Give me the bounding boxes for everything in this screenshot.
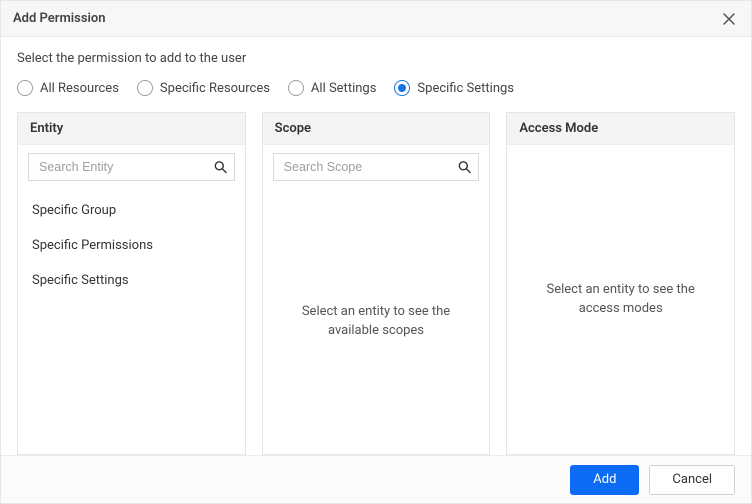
entity-panel: Entity Specific Group Specific Permissio… [17, 112, 246, 455]
scope-panel: Scope Select an entity to see the availa… [262, 112, 491, 455]
radio-all-resources[interactable]: All Resources [17, 80, 119, 96]
scope-panel-title: Scope [263, 113, 490, 145]
add-permission-dialog: Add Permission Select the permission to … [0, 0, 752, 504]
access-mode-empty-message: Select an entity to see the access modes [507, 145, 734, 454]
radio-label: All Resources [40, 81, 119, 96]
dialog-footer: Add Cancel [1, 455, 751, 503]
access-mode-panel: Access Mode Select an entity to see the … [506, 112, 735, 455]
scope-empty-message: Select an entity to see the available sc… [263, 189, 490, 454]
scope-search-input[interactable] [273, 153, 480, 181]
radio-label: All Settings [311, 81, 377, 96]
radio-specific-resources[interactable]: Specific Resources [137, 80, 270, 96]
radio-circle-icon [17, 80, 33, 96]
entity-search-wrap [18, 145, 245, 189]
entity-panel-title: Entity [18, 113, 245, 145]
radio-label: Specific Resources [160, 81, 270, 96]
entity-item-specific-group[interactable]: Specific Group [18, 193, 245, 228]
scope-search-box [273, 153, 480, 181]
permission-type-radios: All Resources Specific Resources All Set… [17, 80, 735, 96]
entity-list: Specific Group Specific Permissions Spec… [18, 189, 245, 302]
cancel-button[interactable]: Cancel [649, 465, 735, 495]
dialog-header: Add Permission [1, 1, 751, 37]
radio-circle-icon [288, 80, 304, 96]
radio-specific-settings[interactable]: Specific Settings [394, 80, 514, 96]
entity-item-specific-permissions[interactable]: Specific Permissions [18, 228, 245, 263]
entity-search-box [28, 153, 235, 181]
radio-label: Specific Settings [417, 81, 514, 96]
close-icon [723, 13, 735, 25]
dialog-body: Select the permission to add to the user… [1, 37, 751, 455]
access-mode-panel-title: Access Mode [507, 113, 734, 145]
panels-row: Entity Specific Group Specific Permissio… [17, 112, 735, 455]
radio-circle-icon [394, 80, 410, 96]
close-button[interactable] [719, 9, 739, 29]
entity-item-specific-settings[interactable]: Specific Settings [18, 263, 245, 298]
instruction-text: Select the permission to add to the user [17, 51, 735, 66]
add-button[interactable]: Add [570, 465, 639, 495]
scope-search-wrap [263, 145, 490, 189]
radio-circle-icon [137, 80, 153, 96]
radio-all-settings[interactable]: All Settings [288, 80, 377, 96]
entity-search-input[interactable] [28, 153, 235, 181]
dialog-title: Add Permission [13, 11, 106, 26]
